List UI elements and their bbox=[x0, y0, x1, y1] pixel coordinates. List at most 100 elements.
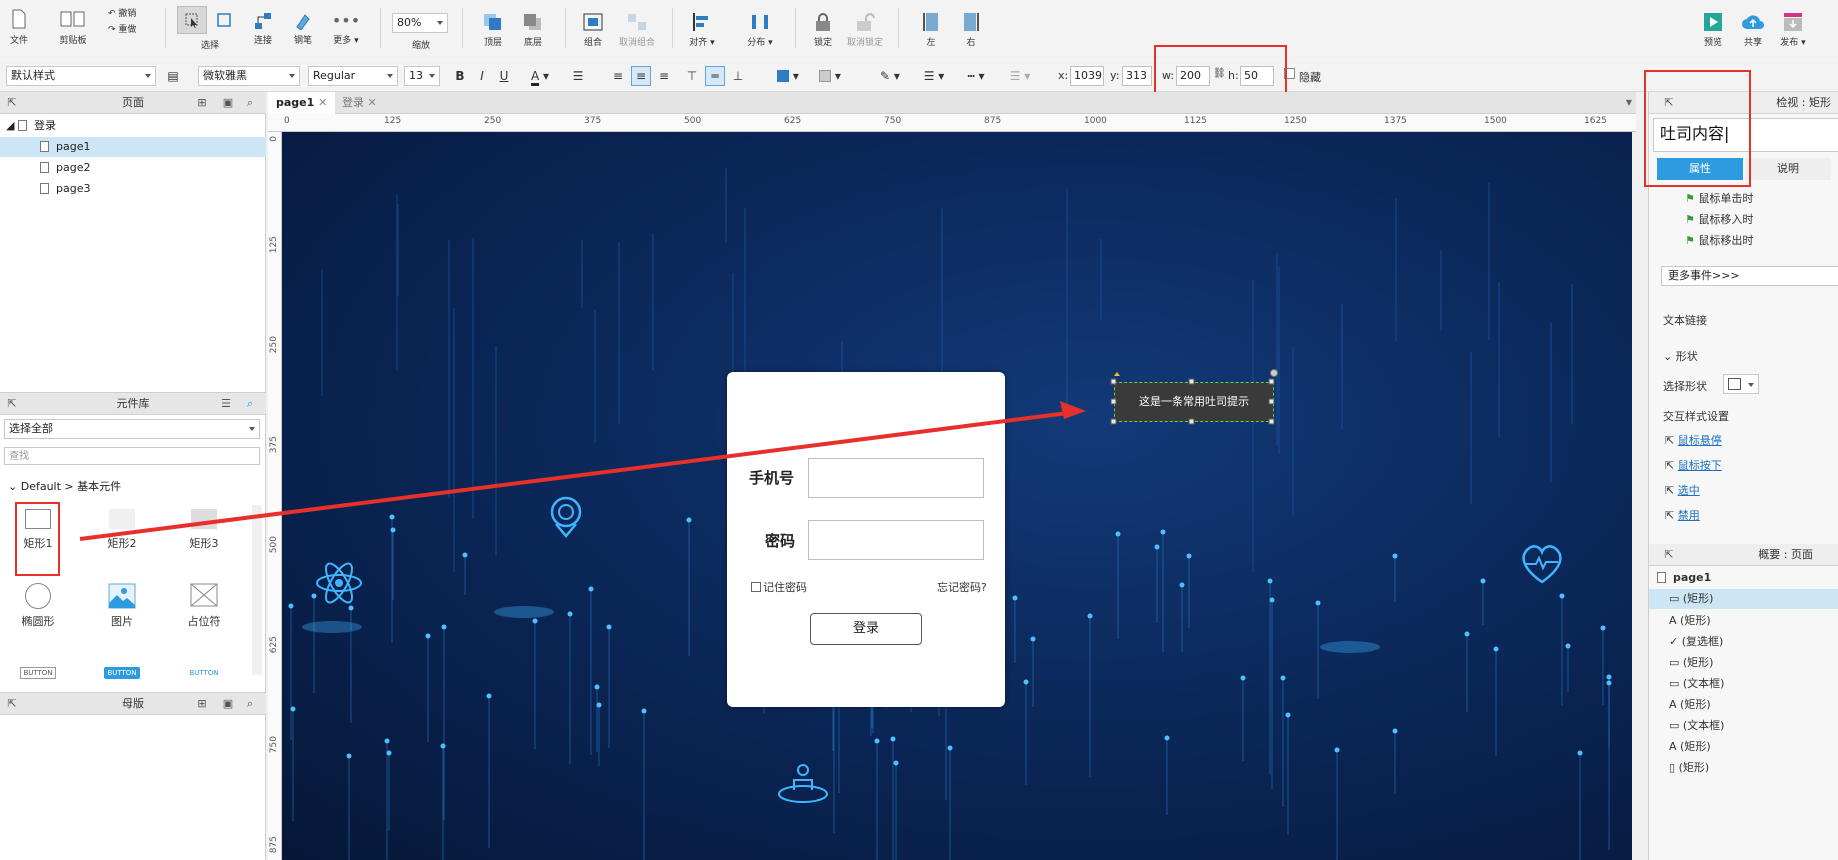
outline-item[interactable]: A (矩形) bbox=[1669, 696, 1711, 712]
tab-page1[interactable]: page1 ✕ bbox=[268, 92, 336, 114]
y-input[interactable]: 313 bbox=[1122, 66, 1152, 86]
underline-button[interactable]: U bbox=[494, 66, 514, 86]
library-group-header[interactable]: ⌄ Default > 基本元件 bbox=[8, 477, 121, 497]
distribute-button[interactable]: 分布 ▾ bbox=[742, 12, 778, 48]
menu-icon[interactable]: ☰ bbox=[220, 398, 232, 410]
widget-image[interactable]: 图片 bbox=[92, 583, 152, 629]
search-icon[interactable]: ⌕ bbox=[244, 698, 256, 710]
outline-item[interactable]: ▭ (矩形) bbox=[1669, 654, 1713, 670]
bring-to-top-button[interactable]: 顶层 bbox=[478, 12, 508, 48]
widget-rectangle-3[interactable]: 矩形3 bbox=[174, 509, 234, 551]
widget-ellipse[interactable]: 椭圆形 bbox=[8, 583, 68, 629]
text-link-section[interactable]: 文本链接 bbox=[1663, 312, 1707, 328]
search-icon[interactable]: ⌕ bbox=[244, 97, 256, 109]
publish-button[interactable]: 发布 ▾ bbox=[1776, 12, 1810, 48]
tab-notes[interactable]: 说明 bbox=[1745, 158, 1831, 180]
widget-placeholder[interactable]: 占位符 bbox=[174, 583, 234, 629]
add-page-icon[interactable]: ⊞ bbox=[196, 97, 208, 109]
collapse-icon[interactable]: ⇱ bbox=[1663, 549, 1675, 561]
font-weight-select[interactable]: Regular bbox=[308, 66, 398, 86]
outline-item[interactable]: ✓ (复选框) bbox=[1669, 633, 1723, 649]
login-button[interactable]: 登录 bbox=[810, 613, 922, 645]
password-input[interactable] bbox=[808, 520, 984, 560]
style-pressed-link[interactable]: ⇱ 鼠标按下 bbox=[1665, 457, 1722, 473]
add-folder-icon[interactable]: ▣ bbox=[222, 97, 234, 109]
page-item-page1[interactable]: page1 bbox=[0, 137, 266, 157]
more-events-select[interactable]: 更多事件>>> bbox=[1661, 266, 1838, 286]
widget-button-link[interactable]: BUTTON bbox=[174, 665, 234, 678]
page-item-page2[interactable]: page2 bbox=[40, 158, 240, 178]
bold-button[interactable]: B bbox=[450, 66, 470, 86]
send-to-bottom-button[interactable]: 底层 bbox=[518, 12, 548, 48]
ungroup-button[interactable]: 取消组合 bbox=[615, 12, 659, 48]
remember-checkbox[interactable] bbox=[751, 582, 761, 592]
align-text-center-button[interactable]: ≡ bbox=[631, 66, 651, 86]
outline-item[interactable]: ▭ (矩形) bbox=[1649, 589, 1838, 609]
fill-color-button[interactable]: ▾ bbox=[770, 66, 806, 86]
shadow-button[interactable]: ▾ bbox=[812, 66, 848, 86]
outline-item[interactable]: A (矩形) bbox=[1669, 738, 1711, 754]
tree-folder-login[interactable]: ◢ 登录 bbox=[6, 116, 262, 136]
style-selected-link[interactable]: ⇱ 选中 bbox=[1665, 482, 1700, 498]
outline-item[interactable]: ▭ (文本框) bbox=[1669, 717, 1724, 733]
widget-button-default[interactable]: BUTTON bbox=[8, 665, 68, 679]
preview-button[interactable]: 预览 bbox=[1698, 12, 1728, 48]
widget-rectangle-2[interactable]: 矩形2 bbox=[92, 509, 152, 551]
tabs-menu-icon[interactable]: ▼ bbox=[1626, 98, 1632, 107]
shape-section-header[interactable]: ⌄ 形状 bbox=[1663, 348, 1698, 364]
valign-bottom-button[interactable]: ⊥ bbox=[728, 66, 748, 86]
selection-handles[interactable] bbox=[1102, 368, 1286, 436]
pen-tool-button[interactable]: 钢笔 bbox=[288, 12, 318, 46]
tab-login[interactable]: 登录 ✕ bbox=[334, 92, 385, 114]
more-tools-button[interactable]: ••• 更多 ▾ bbox=[328, 12, 364, 47]
arrow-style-button[interactable]: ☰ ▾ bbox=[1002, 66, 1038, 86]
event-on-mouse-enter[interactable]: ⚑ 鼠标移入时 bbox=[1685, 211, 1753, 227]
line-width-button[interactable]: ☰ ▾ bbox=[916, 66, 952, 86]
search-icon[interactable]: ⌕ bbox=[244, 398, 256, 410]
style-disabled-link[interactable]: ⇱ 禁用 bbox=[1665, 507, 1700, 523]
frame-tool-button[interactable] bbox=[212, 12, 236, 31]
close-icon[interactable]: ✕ bbox=[368, 96, 377, 109]
style-manager-icon[interactable]: ▤ bbox=[163, 66, 183, 86]
zoom-select[interactable]: 80% bbox=[392, 13, 448, 33]
line-style-button[interactable]: ┅ ▾ bbox=[958, 66, 994, 86]
line-color-button[interactable]: ✎ ▾ bbox=[872, 66, 908, 86]
style-select[interactable]: 默认样式 bbox=[6, 66, 156, 86]
phone-input[interactable] bbox=[808, 458, 984, 498]
align-text-right-button[interactable]: ≡ bbox=[654, 66, 674, 86]
font-size-select[interactable]: 13 bbox=[404, 66, 440, 86]
widget-button-primary[interactable]: BUTTON bbox=[92, 665, 152, 679]
forgot-password-link[interactable]: 忘记密码? bbox=[937, 579, 987, 595]
share-button[interactable]: 共享 bbox=[1738, 12, 1768, 48]
add-folder-icon[interactable]: ▣ bbox=[222, 698, 234, 710]
shape-select[interactable] bbox=[1723, 374, 1759, 394]
select-tool-button[interactable] bbox=[177, 6, 207, 34]
valign-middle-button[interactable]: ═ bbox=[705, 66, 725, 86]
unlock-button[interactable]: 取消锁定 bbox=[843, 12, 887, 48]
undo-button[interactable]: ↶ 撤销 bbox=[108, 6, 148, 19]
align-text-left-button[interactable]: ≡ bbox=[608, 66, 628, 86]
connect-tool-button[interactable]: 连接 bbox=[248, 12, 278, 46]
event-on-click[interactable]: ⚑ 鼠标单击时 bbox=[1685, 190, 1753, 206]
outline-item[interactable]: A (矩形) bbox=[1669, 612, 1711, 628]
x-input[interactable]: 1039 bbox=[1070, 66, 1104, 86]
close-icon[interactable]: ✕ bbox=[318, 96, 327, 109]
italic-button[interactable]: I bbox=[472, 66, 492, 86]
valign-top-button[interactable]: ⊤ bbox=[682, 66, 702, 86]
clipboard-button[interactable]: 剪贴板 bbox=[58, 8, 88, 46]
font-family-select[interactable]: 微软雅黑 bbox=[198, 66, 300, 86]
bullet-list-button[interactable]: ☰ bbox=[568, 66, 588, 86]
font-color-button[interactable]: A ▾ bbox=[524, 66, 556, 86]
align-left-button[interactable]: 左 bbox=[918, 12, 944, 48]
align-right-button[interactable]: 右 bbox=[958, 12, 984, 48]
style-hover-link[interactable]: ⇱ 鼠标悬停 bbox=[1665, 432, 1722, 448]
redo-button[interactable]: ↷ 重做 bbox=[108, 22, 148, 35]
library-scrollbar[interactable] bbox=[252, 505, 262, 675]
file-button[interactable]: 文件 bbox=[8, 8, 30, 46]
align-button[interactable]: 对齐 ▾ bbox=[684, 12, 720, 48]
design-canvas[interactable]: 手机号 密码 记住密码 忘记密码? 登录 这是一条常用吐司提示 bbox=[282, 132, 1632, 860]
page-item-page3[interactable]: page3 bbox=[40, 179, 240, 199]
outline-item[interactable]: ▯ (矩形) bbox=[1669, 759, 1709, 775]
library-search-input[interactable]: 查找 bbox=[4, 447, 260, 465]
group-button[interactable]: 组合 bbox=[578, 12, 608, 48]
